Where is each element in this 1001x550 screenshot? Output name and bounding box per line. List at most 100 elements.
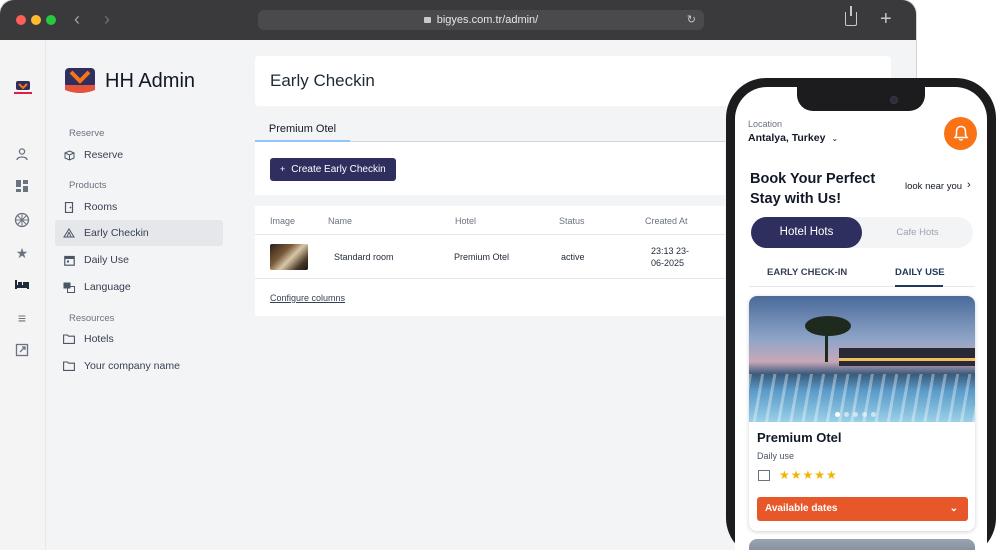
phone-notch bbox=[797, 87, 925, 111]
divider bbox=[255, 278, 725, 279]
sidebar-item-early-checkin[interactable]: Early Checkin bbox=[55, 220, 223, 246]
notifications-button[interactable] bbox=[944, 117, 977, 150]
brand-logo-icon bbox=[65, 68, 95, 93]
photo-tree bbox=[805, 316, 851, 336]
chevron-down-icon: ⌄ bbox=[949, 503, 958, 514]
chevron-down-icon: ⌄ bbox=[831, 134, 839, 143]
carousel-dot[interactable] bbox=[862, 412, 867, 417]
look-near-you-link[interactable]: look near you bbox=[905, 181, 962, 192]
photo-building bbox=[839, 348, 975, 366]
hotel-card-next[interactable] bbox=[749, 539, 975, 550]
reload-icon[interactable]: ↻ bbox=[687, 10, 696, 30]
sidebar-item-language[interactable]: Language bbox=[55, 274, 223, 300]
box-icon bbox=[63, 149, 75, 161]
minimize-window-button[interactable] bbox=[31, 15, 41, 25]
cell-status: active bbox=[561, 252, 585, 262]
star-icon[interactable]: ★ bbox=[14, 245, 30, 261]
available-dates-button[interactable]: Available dates ⌄ bbox=[757, 497, 968, 521]
action-bar: + Create Early Checkin bbox=[255, 142, 725, 195]
bell-icon bbox=[953, 125, 968, 141]
configure-columns-link[interactable]: Configure columns bbox=[270, 293, 345, 303]
folder-icon bbox=[63, 333, 75, 345]
carousel-dot[interactable] bbox=[835, 412, 840, 417]
external-link-icon[interactable] bbox=[14, 343, 30, 359]
hotel-name: Premium Otel bbox=[757, 430, 842, 445]
chevron-right-icon[interactable]: › bbox=[967, 179, 971, 191]
sidebar-item-label: Reserve bbox=[84, 149, 124, 161]
segment-hotel-hots[interactable]: Hotel Hots bbox=[751, 217, 862, 248]
column-header-status[interactable]: Status bbox=[559, 216, 585, 226]
column-header-hotel[interactable]: Hotel bbox=[455, 216, 476, 226]
carousel-dot[interactable] bbox=[844, 412, 849, 417]
tab-bar: Premium Otel bbox=[255, 118, 725, 142]
headline: Book Your Perfect Stay with Us! bbox=[750, 171, 876, 207]
sidebar-item-label: Daily Use bbox=[84, 254, 129, 266]
browser-toolbar: ‹ › bigyes.com.tr/admin/ ↻ + bbox=[0, 0, 916, 40]
tab-premium-otel[interactable]: Premium Otel bbox=[255, 118, 350, 142]
carousel-dot[interactable] bbox=[853, 412, 858, 417]
location-value: Antalya, Turkey bbox=[748, 132, 826, 144]
column-header-name[interactable]: Name bbox=[328, 216, 352, 226]
create-early-checkin-button[interactable]: + Create Early Checkin bbox=[270, 158, 396, 181]
share-icon[interactable] bbox=[845, 6, 857, 26]
plus-icon: + bbox=[280, 164, 286, 174]
screenshot: ‹ › bigyes.com.tr/admin/ ↻ + ★ ≡ HH Admi… bbox=[0, 0, 1001, 550]
maximize-window-button[interactable] bbox=[46, 15, 56, 25]
section-label-resources: Resources bbox=[69, 313, 115, 324]
sidebar-item-label: Hotels bbox=[84, 333, 114, 345]
cell-created-at-date: 06-2025 bbox=[651, 258, 685, 268]
app-logo-icon bbox=[14, 81, 32, 94]
sidebar-item-rooms[interactable]: Rooms bbox=[55, 194, 223, 220]
cell-name: Standard room bbox=[334, 252, 394, 262]
address-bar[interactable]: bigyes.com.tr/admin/ ↻ bbox=[258, 10, 704, 30]
photo-trunk bbox=[825, 332, 828, 362]
section-label-reserve: Reserve bbox=[69, 128, 105, 139]
menu-icon[interactable]: ≡ bbox=[14, 310, 30, 326]
sidebar-item-hotels[interactable]: Hotels bbox=[55, 326, 223, 352]
door-icon bbox=[63, 201, 75, 213]
back-icon[interactable]: ‹ bbox=[74, 8, 80, 30]
brand[interactable]: HH Admin bbox=[65, 67, 195, 95]
tab-early-check-in[interactable]: EARLY CHECK-IN bbox=[767, 267, 847, 278]
phone-screen: Location Antalya, Turkey ⌄ Book Your Per… bbox=[735, 87, 987, 550]
bed-icon[interactable] bbox=[14, 277, 30, 293]
cell-created-at-time: 23:13 23- bbox=[651, 246, 690, 256]
lock-icon bbox=[423, 17, 431, 23]
building-icon bbox=[758, 470, 770, 481]
dashboard-icon[interactable] bbox=[14, 179, 30, 195]
hotel-card[interactable]: Premium Otel Daily use ★★★★★ Available d… bbox=[749, 296, 975, 531]
room-thumbnail[interactable] bbox=[270, 244, 308, 270]
wheel-icon[interactable] bbox=[14, 212, 30, 228]
folder-icon bbox=[63, 360, 75, 372]
camera-icon bbox=[890, 96, 898, 104]
column-header-created-at[interactable]: Created At bbox=[645, 216, 688, 226]
page-title: Early Checkin bbox=[270, 71, 375, 90]
create-button-label: Create Early Checkin bbox=[291, 164, 386, 175]
cell-hotel: Premium Otel bbox=[454, 252, 510, 262]
location-selector[interactable]: Antalya, Turkey ⌄ bbox=[748, 132, 838, 144]
carousel-dot[interactable] bbox=[871, 412, 876, 417]
records-table: Image Name Hotel Status Created At Stand… bbox=[255, 206, 725, 316]
new-tab-icon[interactable]: + bbox=[880, 8, 892, 30]
tent-icon bbox=[63, 227, 75, 239]
column-header-image[interactable]: Image bbox=[270, 216, 295, 226]
segmented-control: Hotel Hots Cafe Hots bbox=[751, 217, 973, 248]
location-label: Location bbox=[748, 119, 783, 129]
segment-cafe-hots[interactable]: Cafe Hots bbox=[862, 217, 973, 248]
user-icon[interactable] bbox=[14, 147, 30, 163]
calendar-icon bbox=[63, 254, 75, 266]
language-icon bbox=[63, 281, 75, 293]
carousel-dots[interactable] bbox=[835, 412, 876, 417]
sidebar-item-daily-use[interactable]: Daily Use bbox=[55, 247, 223, 273]
icon-rail: ★ ≡ bbox=[0, 40, 46, 550]
sidebar: HH Admin Reserve Reserve Products Rooms bbox=[47, 40, 233, 550]
hotel-photo[interactable] bbox=[749, 296, 975, 422]
divider bbox=[255, 234, 725, 235]
close-window-button[interactable] bbox=[16, 15, 26, 25]
phone-mockup: Location Antalya, Turkey ⌄ Book Your Per… bbox=[726, 78, 996, 550]
tab-daily-use[interactable]: DAILY USE bbox=[895, 267, 945, 278]
sidebar-item-label: Rooms bbox=[84, 201, 118, 213]
forward-icon[interactable]: › bbox=[104, 8, 110, 30]
sidebar-item-company[interactable]: Your company name bbox=[55, 353, 223, 379]
sidebar-item-reserve[interactable]: Reserve bbox=[55, 142, 223, 168]
